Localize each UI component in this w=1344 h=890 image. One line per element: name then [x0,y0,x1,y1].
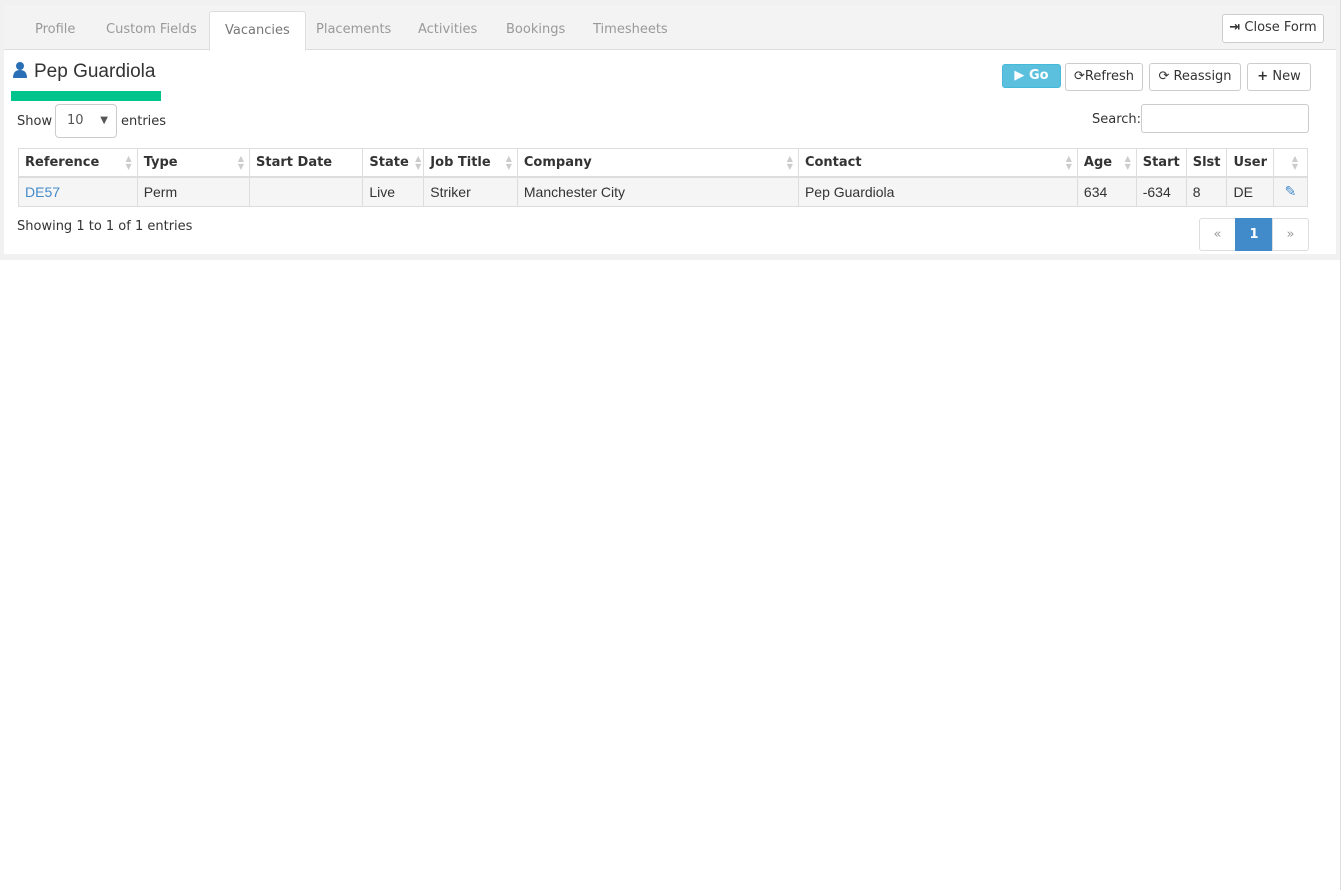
sort-icon: ▲ ▼ [415,154,422,171]
table-info: Showing 1 to 1 of 1 entries [17,219,193,234]
sort-icon: ▲ ▼ [505,154,512,171]
tab-custom-fields[interactable]: Custom Fields [91,11,212,50]
col-start-date[interactable]: Start Date [249,148,364,178]
cell-contact: Pep Guardiola [797,176,1078,207]
refresh-icon: ⟳ [1074,69,1085,84]
header-label: User [1233,154,1268,170]
cell-age: 634 [1076,176,1137,207]
scrollbar-edge [1340,0,1341,890]
title-underline [11,91,161,101]
table-header-row: Reference ▲ ▼ Type ▲ ▼ Start Date State ▲ ▼ Jo… [18,148,1308,178]
cell-state: Live [362,176,425,207]
cell-user: DE [1226,176,1275,207]
sign-out-icon: ⇥ [1229,20,1241,35]
search-input[interactable] [1141,104,1309,133]
new-button[interactable]: + New [1247,63,1311,91]
tab-vacancies[interactable]: Vacancies [209,11,306,51]
col-job-title[interactable]: Job Title ▲ ▼ [423,148,518,178]
new-label: New [1272,69,1301,84]
col-contact[interactable]: Contact ▲ ▼ [797,148,1078,178]
cell-actions: ✎ [1273,176,1308,207]
close-form-label: Close Form [1244,20,1317,35]
col-type[interactable]: Type ▲ ▼ [136,148,251,178]
pagination-page-1[interactable]: 1 [1235,218,1273,251]
user-icon [13,62,27,78]
sort-icon: ▲ ▼ [125,154,132,171]
cell-start: -634 [1135,176,1187,207]
play-icon: ▶ [1014,68,1025,83]
col-age[interactable]: Age ▲ ▼ [1076,148,1137,178]
tab-bookings[interactable]: Bookings [491,11,580,50]
header-label: Reference [25,154,100,170]
cell-company: Manchester City [516,176,799,207]
entries-select[interactable]: 10 ▼ [55,104,117,138]
entries-value: 10 [67,113,84,128]
table-row: DE57 Perm Live Striker Manchester City P… [18,176,1308,207]
pencil-icon[interactable]: ✎ [1285,183,1297,199]
reference-link[interactable]: DE57 [25,184,60,200]
refresh-label: Refresh [1084,69,1134,84]
header-label: Type [143,154,178,170]
refresh-icon: ⟳ [1158,69,1170,84]
tab-placements[interactable]: Placements [301,11,406,50]
entries-label: entries [121,114,167,129]
header-label: State [369,154,409,170]
contact-name: Pep Guardiola [34,61,156,82]
sort-icon: ▲ ▼ [237,154,245,171]
cell-reference[interactable]: DE57 [18,176,138,207]
col-reference[interactable]: Reference ▲ ▼ [18,148,138,178]
page-title: Pep Guardiola [12,61,155,83]
pagination-prev[interactable]: « [1199,218,1236,251]
tab-timesheets[interactable]: Timesheets [578,11,683,50]
go-label: Go [1028,68,1049,83]
form-panel: Profile Custom Fields Vacancies Placemen… [4,5,1336,254]
tab-profile[interactable]: Profile [20,11,90,50]
reassign-button[interactable]: ⟳ Reassign [1149,63,1241,91]
tab-bar: Profile Custom Fields Vacancies Placemen… [4,5,1336,51]
go-button[interactable]: ▶ Go [1002,64,1061,88]
header-label: Contact [804,154,862,170]
cell-slst: 8 [1185,176,1228,207]
vacancies-table: Reference ▲ ▼ Type ▲ ▼ Start Date State ▲ ▼ Jo… [18,148,1308,207]
reassign-label: Reassign [1173,69,1232,84]
header-label: Company [523,154,592,170]
chevron-down-icon: ▼ [100,115,108,126]
header-label: Job Title [430,154,491,170]
refresh-button[interactable]: ⟳Refresh [1065,63,1143,91]
close-form-button[interactable]: ⇥ Close Form [1222,14,1324,43]
col-user[interactable]: User [1226,148,1275,178]
col-slst[interactable]: Slst [1185,148,1228,178]
col-start[interactable]: Start [1135,148,1187,178]
show-label: Show [17,114,53,129]
tab-activities[interactable]: Activities [403,11,492,50]
pagination-next[interactable]: » [1272,218,1309,251]
sort-icon: ▲ ▼ [1291,154,1298,171]
header-label: Age [1083,154,1113,170]
search-label: Search: [1092,112,1142,127]
header-label: Start Date [256,154,333,170]
cell-start-date [249,176,364,207]
header-label: Start [1142,154,1180,170]
col-company[interactable]: Company ▲ ▼ [516,148,799,178]
cell-job-title: Striker [423,176,518,207]
col-actions[interactable]: ▲ ▼ [1273,148,1308,178]
col-state[interactable]: State ▲ ▼ [362,148,425,178]
cell-type: Perm [136,176,251,207]
sort-icon: ▲ ▼ [786,154,793,171]
sort-icon: ▲ ▼ [1065,154,1072,171]
sort-icon: ▲ ▼ [1124,154,1131,171]
plus-icon: + [1257,69,1269,84]
header-label: Slst [1192,154,1221,170]
